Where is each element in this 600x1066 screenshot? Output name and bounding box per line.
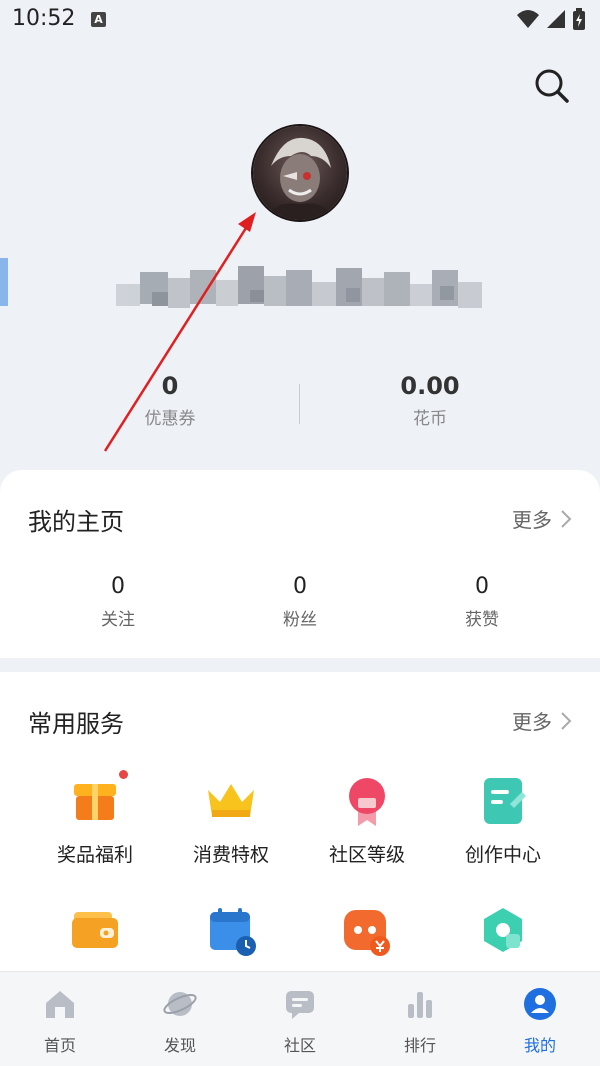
nav-label-discover: 发现 bbox=[163, 1036, 196, 1055]
my-home-title: 我的主页 bbox=[28, 508, 124, 536]
service-hexagon[interactable] bbox=[438, 904, 568, 958]
likes-count: 0 bbox=[475, 574, 489, 599]
coin-bag-icon bbox=[340, 904, 394, 958]
likes-stat[interactable]: 0 获赞 bbox=[422, 574, 542, 630]
medal-icon bbox=[340, 774, 394, 828]
crown-icon bbox=[204, 774, 258, 828]
followers-count: 0 bbox=[293, 574, 307, 599]
bar-chart-icon bbox=[408, 992, 432, 1018]
services-title: 常用服务 bbox=[28, 710, 124, 738]
followers-stat[interactable]: 0 粉丝 bbox=[240, 574, 360, 630]
my-home-more-label: 更多 bbox=[512, 508, 552, 532]
status-time: 10:52 bbox=[12, 6, 76, 31]
nav-label-mine: 我的 bbox=[523, 1036, 556, 1055]
avatar-image bbox=[267, 137, 333, 220]
nav-item-community[interactable]: 社区 bbox=[240, 972, 360, 1066]
my-home-card: 我的主页 更多 0 关注 0 粉丝 0 获赞 bbox=[0, 470, 600, 658]
nav-label-community: 社区 bbox=[283, 1036, 316, 1055]
following-stat[interactable]: 0 关注 bbox=[58, 574, 178, 630]
following-label: 关注 bbox=[101, 610, 135, 630]
service-coin-bag[interactable] bbox=[302, 904, 432, 958]
service-community-level[interactable]: 社区等级 bbox=[302, 774, 432, 867]
service-label: 消费特权 bbox=[192, 844, 269, 866]
nav-label-ranking: 排行 bbox=[403, 1036, 436, 1055]
services-more-button[interactable]: 更多 bbox=[512, 706, 572, 735]
nav-item-ranking[interactable]: 排行 bbox=[360, 972, 480, 1066]
service-label: 社区等级 bbox=[328, 844, 405, 866]
wifi-icon bbox=[517, 10, 539, 28]
status-bar: 10:52 A bbox=[0, 0, 600, 40]
document-edit-icon bbox=[476, 774, 530, 828]
calendar-icon bbox=[204, 904, 258, 958]
profile-stats: 0 优惠券 0.00 花币 bbox=[0, 372, 600, 442]
nav-label-home: 首页 bbox=[43, 1036, 76, 1055]
nav-item-mine[interactable]: 我的 bbox=[480, 972, 600, 1066]
service-calendar[interactable] bbox=[166, 904, 296, 958]
hexagon-icon bbox=[476, 904, 530, 958]
services-card: 常用服务 更多 奖品福利 消费特权 社区等级 创作中心 bbox=[0, 672, 600, 972]
username-pixelated bbox=[116, 266, 482, 308]
nav-item-home[interactable]: 首页 bbox=[0, 972, 120, 1066]
left-edge-fragment bbox=[0, 258, 8, 306]
service-label: 奖品福利 bbox=[56, 844, 133, 866]
home-icon bbox=[46, 991, 74, 1018]
stat-divider bbox=[299, 384, 300, 424]
chat-icon bbox=[286, 991, 314, 1019]
coupon-label: 优惠券 bbox=[144, 409, 196, 429]
coin-label: 花币 bbox=[413, 409, 447, 429]
search-button[interactable] bbox=[532, 66, 572, 106]
service-creator-center[interactable]: 创作中心 bbox=[438, 774, 568, 867]
coin-balance: 0.00 bbox=[400, 372, 460, 400]
coupon-count: 0 bbox=[161, 372, 179, 400]
wallet-icon bbox=[68, 904, 122, 958]
service-prize-welfare[interactable]: 奖品福利 bbox=[30, 770, 160, 867]
my-home-more-button[interactable]: 更多 bbox=[512, 504, 572, 533]
chevron-right-icon bbox=[561, 509, 572, 528]
following-count: 0 bbox=[111, 574, 125, 599]
services-more-label: 更多 bbox=[512, 710, 552, 734]
battery-icon bbox=[573, 8, 585, 30]
search-icon bbox=[535, 69, 569, 103]
new-badge-dot bbox=[119, 770, 128, 779]
likes-label: 获赞 bbox=[465, 610, 499, 630]
signal-icon bbox=[547, 10, 565, 28]
notification-a-icon: A bbox=[91, 12, 106, 27]
service-label: 创作中心 bbox=[464, 844, 541, 866]
person-icon bbox=[524, 988, 556, 1020]
service-wallet[interactable] bbox=[30, 904, 160, 958]
service-consumption-privilege[interactable]: 消费特权 bbox=[166, 774, 296, 867]
status-icons bbox=[516, 8, 586, 30]
avatar[interactable] bbox=[253, 126, 347, 220]
gift-icon bbox=[68, 770, 128, 828]
bottom-nav: 首页 发现 社区 排行 我的 bbox=[0, 971, 600, 1066]
planet-icon bbox=[163, 992, 197, 1016]
coupon-stat[interactable]: 0 优惠券 bbox=[110, 372, 230, 429]
chevron-right-icon bbox=[561, 711, 572, 730]
coin-stat[interactable]: 0.00 花币 bbox=[370, 372, 490, 429]
nav-item-discover[interactable]: 发现 bbox=[120, 972, 240, 1066]
followers-label: 粉丝 bbox=[283, 610, 317, 630]
